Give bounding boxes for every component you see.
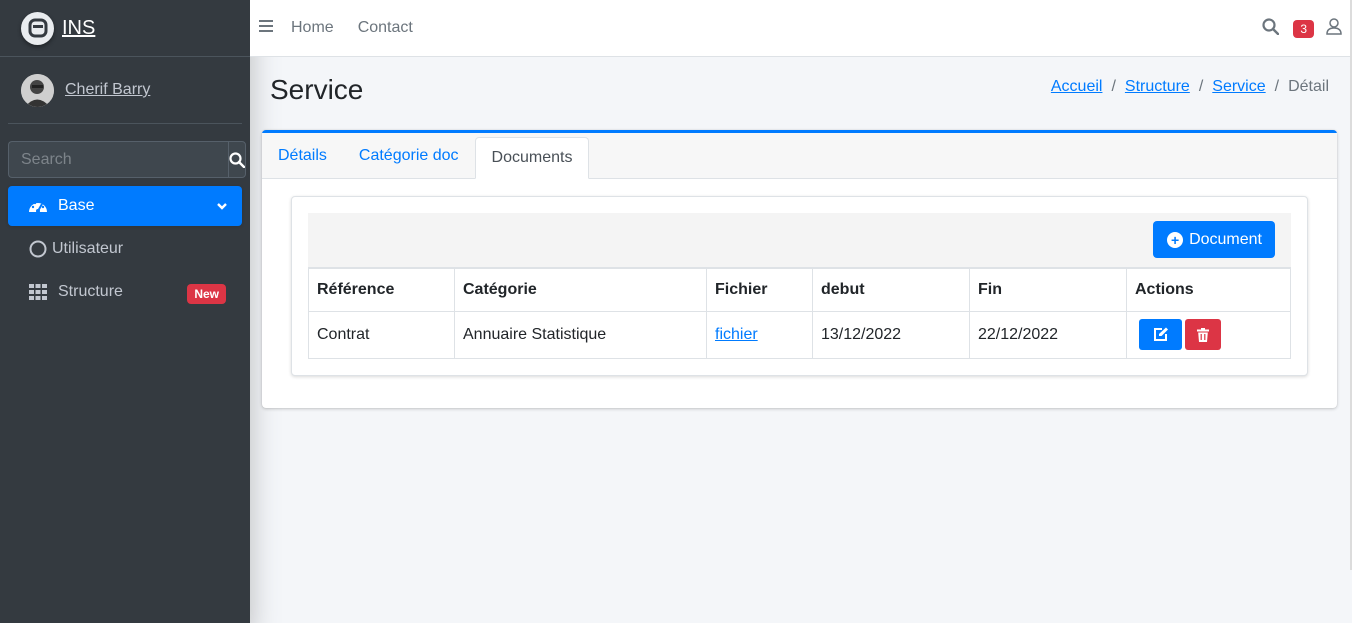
add-document-label: Document: [1189, 230, 1262, 248]
detail-card: Détails Catégorie doc Documents + Docume…: [262, 130, 1337, 408]
notification-badge[interactable]: 3: [1293, 19, 1314, 38]
search-icon: [229, 151, 245, 168]
user-name-link[interactable]: Cherif Barry: [65, 81, 150, 99]
navbar-right: 3: [1262, 0, 1342, 57]
column-header-reference[interactable]: Référence: [308, 267, 455, 312]
cell-categorie: Annuaire Statistique: [454, 310, 707, 359]
search-input[interactable]: [8, 141, 228, 178]
edit-button[interactable]: [1139, 319, 1182, 350]
tachometer-icon: [28, 196, 48, 216]
sidebar-search: [8, 141, 246, 178]
delete-button[interactable]: [1185, 319, 1221, 350]
plus-circle-icon: +: [1167, 231, 1184, 248]
search-icon[interactable]: [1262, 17, 1280, 40]
tab-bar: Détails Catégorie doc Documents: [262, 133, 1337, 179]
add-document-button[interactable]: + Document: [1153, 221, 1275, 258]
tab-details[interactable]: Détails: [262, 133, 343, 178]
breadcrumb-service[interactable]: Service: [1212, 78, 1265, 96]
column-header-categorie[interactable]: Catégorie: [454, 267, 707, 312]
documents-panel: + Document Référence Catégorie Fichier d…: [291, 196, 1308, 376]
new-badge: New: [187, 284, 226, 304]
sidebar-item-label: Structure: [58, 283, 123, 300]
brand-link[interactable]: INS: [0, 0, 250, 57]
cell-reference: Contrat: [308, 310, 455, 359]
column-header-fichier[interactable]: Fichier: [706, 267, 813, 312]
content-header: Service Accueil / Structure / Service / …: [270, 74, 1329, 114]
breadcrumb-separator: /: [1198, 78, 1204, 95]
grid-icon: [28, 282, 48, 302]
sidebar-item-base[interactable]: Base: [8, 186, 242, 226]
chevron-down-icon: [216, 198, 228, 216]
trash-icon: [1197, 327, 1209, 342]
table-header-row: Référence Catégorie Fichier debut Fin Ac…: [308, 267, 1291, 312]
breadcrumb-structure[interactable]: Structure: [1125, 78, 1190, 96]
nav-link-home[interactable]: Home: [291, 19, 334, 37]
column-header-fin[interactable]: Fin: [969, 267, 1127, 312]
breadcrumb-separator: /: [1111, 78, 1116, 95]
column-header-debut[interactable]: debut: [812, 267, 970, 312]
sidebar-item-utilisateur[interactable]: Utilisateur: [8, 229, 242, 269]
user-icon[interactable]: [1326, 17, 1342, 40]
cell-fin: 22/12/2022: [969, 310, 1127, 359]
table-row: Contrat Annuaire Statistique fichier 13/…: [308, 310, 1291, 359]
edit-icon: [1153, 327, 1168, 341]
nav-link-contact[interactable]: Contact: [358, 19, 413, 37]
sidebar-nav: Base Utilisateur Structure New: [8, 186, 242, 312]
sidebar: INS Cherif Barry Base Utilisateur: [0, 0, 250, 623]
brand-logo-icon: [21, 11, 54, 45]
cell-fichier: fichier: [706, 310, 813, 359]
avatar: [21, 73, 54, 107]
hamburger-menu-icon[interactable]: [259, 19, 273, 37]
brand-name[interactable]: INS: [62, 17, 95, 40]
column-header-actions: Actions: [1126, 267, 1291, 312]
circle-icon: [28, 239, 48, 259]
user-panel: Cherif Barry: [8, 57, 242, 124]
breadcrumb: Accueil / Structure / Service / Détail: [1051, 78, 1329, 96]
tab-categorie-doc[interactable]: Catégorie doc: [343, 133, 475, 178]
breadcrumb-current: Détail: [1288, 78, 1329, 95]
breadcrumb-accueil[interactable]: Accueil: [1051, 78, 1103, 96]
tab-documents[interactable]: Documents: [474, 137, 590, 179]
sidebar-item-label: Utilisateur: [52, 240, 124, 257]
documents-table: Référence Catégorie Fichier debut Fin Ac…: [308, 267, 1291, 359]
breadcrumb-separator: /: [1274, 78, 1280, 95]
search-button[interactable]: [228, 141, 246, 178]
file-link[interactable]: fichier: [715, 326, 758, 343]
cell-actions: [1126, 310, 1291, 359]
sidebar-item-structure[interactable]: Structure New: [8, 272, 242, 312]
table-toolbar: + Document: [308, 213, 1291, 267]
sidebar-item-label: Base: [58, 197, 95, 214]
cell-debut: 13/12/2022: [812, 310, 970, 359]
top-navbar: Home Contact 3: [250, 0, 1352, 57]
